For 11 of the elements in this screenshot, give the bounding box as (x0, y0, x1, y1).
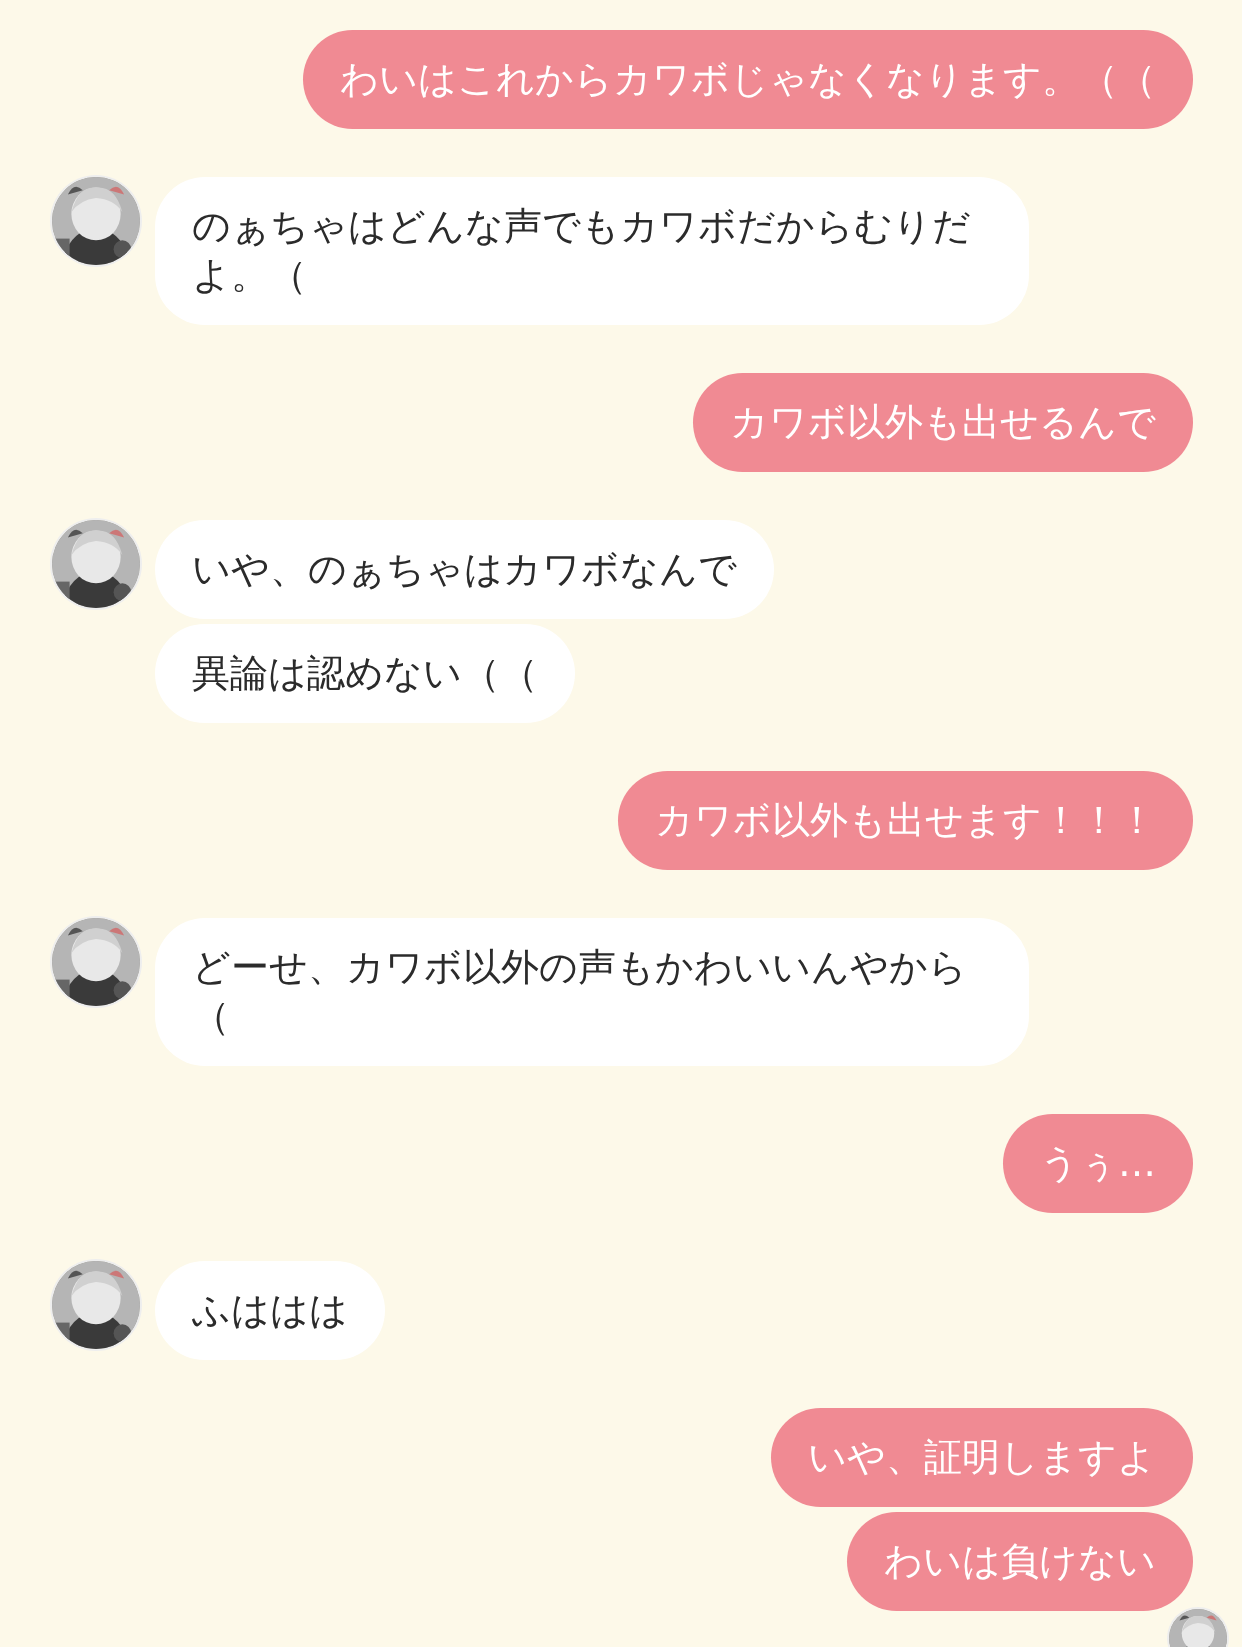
message-bubble: カワボ以外も出せるんで (693, 373, 1193, 472)
message-bubble: わいはこれからカワボじゃなくなります。（（ (303, 30, 1193, 129)
message-bubble: いや、証明しますよ (771, 1408, 1193, 1507)
message-bubble: うぅ… (1003, 1114, 1193, 1213)
message-bubble: ふははは (155, 1261, 385, 1360)
message-bubble: のぁちゃはどんな声でもカワボだからむりだよ。（ (155, 177, 1029, 325)
message-bubble: どーせ、カワボ以外の声もかわいいんやから（ (155, 918, 1029, 1066)
message-bubble: わいは負けない (847, 1512, 1193, 1611)
message-bubble: いや、のぁちゃはカワボなんで (155, 520, 774, 619)
message-bubble: 異論は認めない（（ (155, 624, 575, 723)
message-bubble: カワボ以外も出せます！！！ (618, 771, 1193, 870)
